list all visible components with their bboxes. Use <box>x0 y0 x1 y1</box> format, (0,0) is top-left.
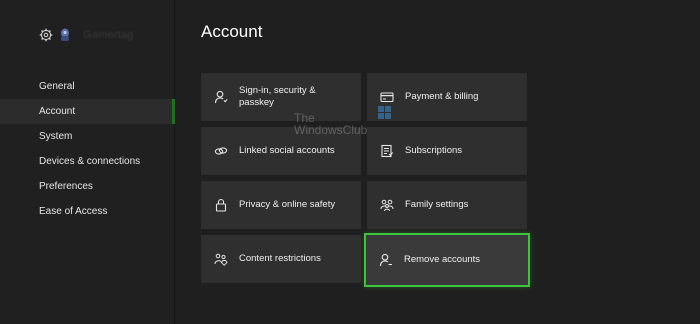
sidebar-item-preferences[interactable]: Preferences <box>0 174 175 199</box>
tile-privacy-online-safety[interactable]: Privacy & online safety <box>201 181 361 229</box>
avatar[interactable] <box>59 28 71 42</box>
gamertag-label: Gamertag <box>83 29 134 41</box>
family-icon <box>379 197 395 213</box>
person-remove-icon <box>378 252 394 268</box>
tile-label: Family settings <box>405 198 469 210</box>
lock-icon <box>213 197 229 213</box>
sidebar-item-account[interactable]: Account <box>0 99 175 124</box>
settings-nav: General Account System Devices & connect… <box>0 74 175 224</box>
tile-label: Privacy & online safety <box>239 198 336 210</box>
tile-family-settings[interactable]: Family settings <box>367 181 527 229</box>
credit-card-icon <box>379 89 395 105</box>
settings-window: Gamertag General Account System Devices … <box>0 0 700 324</box>
tile-subscriptions[interactable]: Subscriptions <box>367 127 527 175</box>
tile-label: Sign-in, security & passkey <box>239 84 316 108</box>
page-title: Account <box>201 22 263 41</box>
watermark-line2: WindowsClub <box>294 123 368 137</box>
tile-label: Remove accounts <box>404 253 481 265</box>
sidebar-item-ease-of-access[interactable]: Ease of Access <box>0 199 175 224</box>
sidebar-item-general[interactable]: General <box>0 74 175 99</box>
profile-row: Gamertag <box>39 28 134 42</box>
tile-remove-accounts[interactable]: Remove accounts <box>366 235 528 285</box>
gear-icon <box>39 28 53 42</box>
tile-label: Subscriptions <box>405 144 463 156</box>
watermark-logo-icon <box>378 106 392 120</box>
sidebar-item-devices-connections[interactable]: Devices & connections <box>0 149 175 174</box>
family-restriction-icon <box>213 251 229 267</box>
document-icon <box>379 143 395 159</box>
person-icon <box>213 89 229 105</box>
sidebar-item-system[interactable]: System <box>0 124 175 149</box>
tile-label: Payment & billing <box>405 90 479 102</box>
link-icon <box>213 143 229 159</box>
tile-label: Content restrictions <box>239 252 321 264</box>
settings-sidebar: Gamertag General Account System Devices … <box>0 0 175 324</box>
tile-label: Linked social accounts <box>239 144 335 156</box>
tile-content-restrictions[interactable]: Content restrictions <box>201 235 361 283</box>
watermark: The WindowsClub <box>294 106 391 137</box>
